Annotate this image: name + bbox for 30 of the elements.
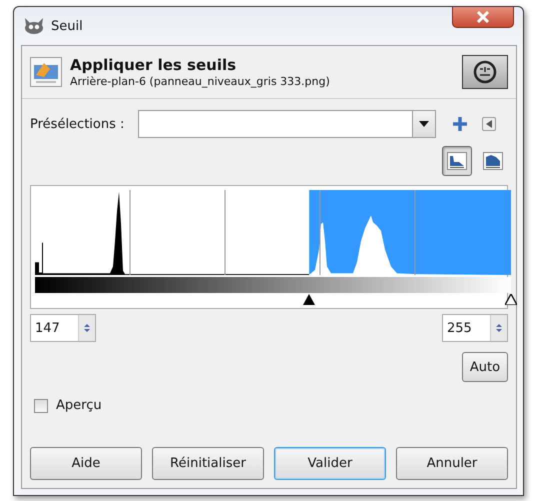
close-icon <box>476 11 490 23</box>
dropdown-icon <box>419 121 429 127</box>
circle-icon <box>471 59 499 85</box>
presets-label: Présélections : <box>30 116 126 132</box>
dialog-button[interactable]: Valider <box>274 447 386 480</box>
image-icon <box>30 57 62 87</box>
presets-combo[interactable] <box>138 110 436 138</box>
spin-arrows-icon <box>82 322 92 334</box>
slider-handle[interactable] <box>505 294 517 305</box>
dialog-heading: Appliquer les seuils <box>70 56 238 74</box>
dialog-button[interactable]: Annuler <box>396 447 508 480</box>
add-icon[interactable] <box>452 116 468 132</box>
header-button[interactable] <box>462 55 508 89</box>
app-icon <box>23 17 45 35</box>
auto-button[interactable]: Auto <box>462 352 508 382</box>
dialog-button[interactable]: Aide <box>30 447 142 480</box>
spin-field[interactable]: 147 <box>30 314 96 342</box>
preview-label: Aperçu <box>56 398 102 413</box>
left-triangle-icon <box>486 120 492 128</box>
spin-arrows-icon <box>494 322 504 334</box>
dialog-button[interactable]: Réinitialiser <box>152 447 264 480</box>
spin-field[interactable]: 255 <box>442 314 508 342</box>
linear-histogram-icon <box>447 152 467 170</box>
layer-name: Arrière-plan-6 (panneau_niveaux_gris 333.png) <box>70 75 330 88</box>
menu-button[interactable] <box>482 117 496 131</box>
histogram-mode-button[interactable] <box>442 146 472 176</box>
log-histogram-icon <box>483 152 503 170</box>
preview-checkbox[interactable] <box>34 398 48 412</box>
close-button[interactable] <box>452 7 514 28</box>
window-title: Seuil <box>51 18 83 34</box>
